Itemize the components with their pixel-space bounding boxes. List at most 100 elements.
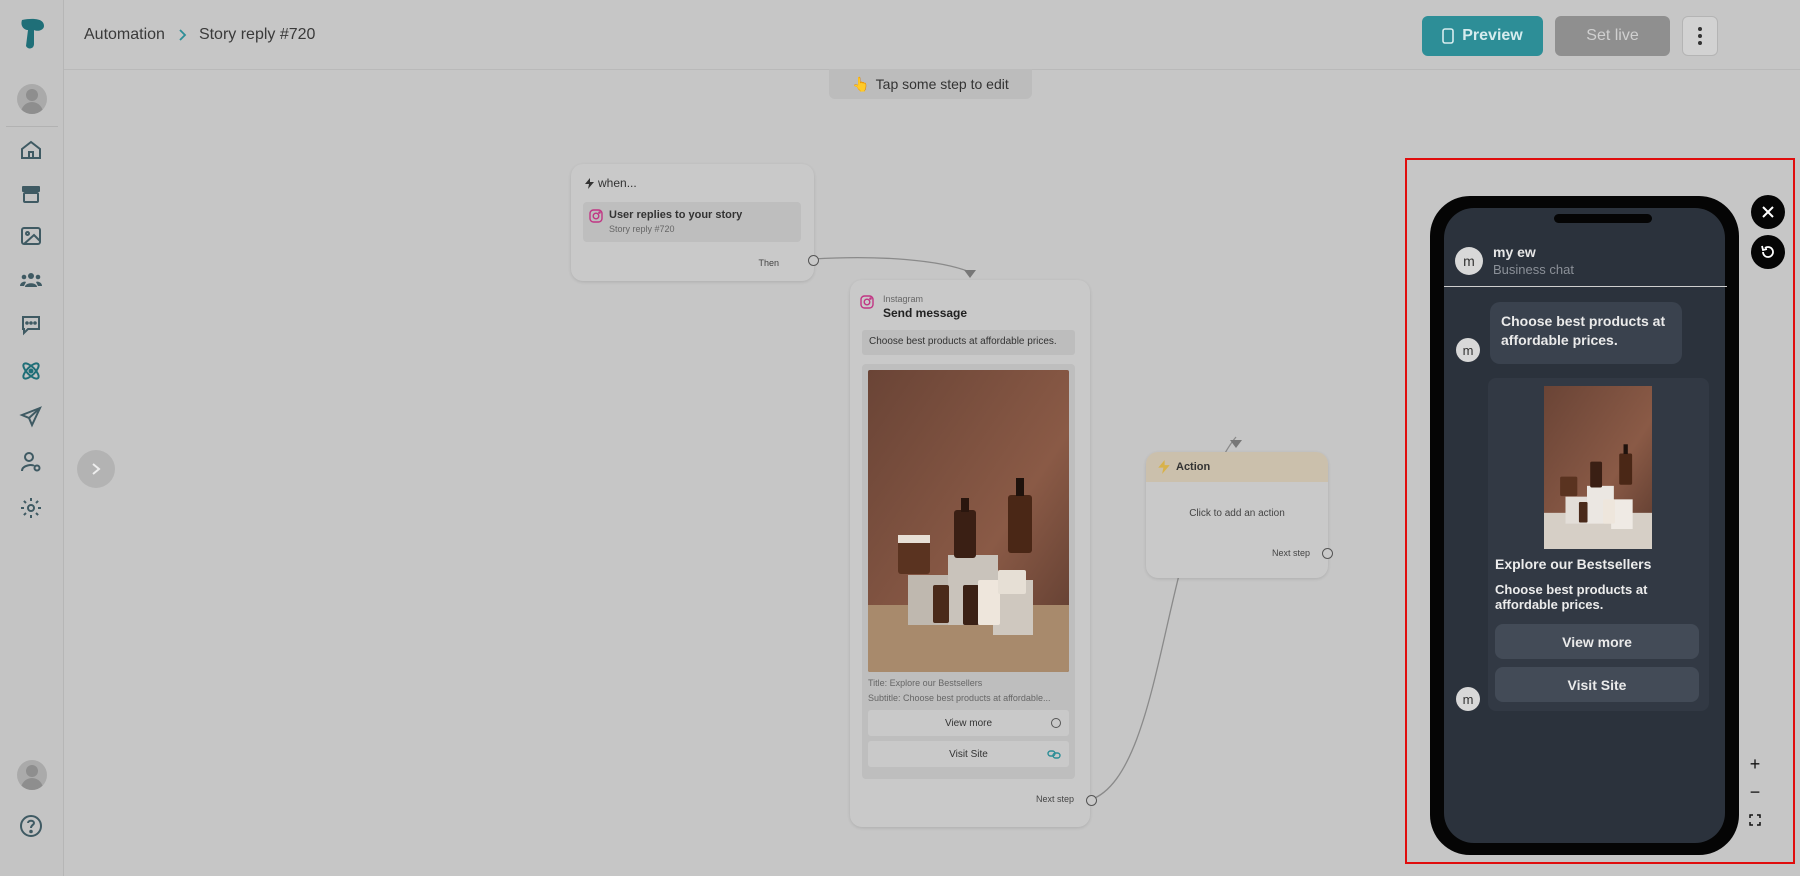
restart-preview-button[interactable] <box>1751 235 1785 269</box>
breadcrumb: Automation Story reply #720 <box>84 26 315 44</box>
account-avatar[interactable] <box>17 760 47 790</box>
chevron-right-icon <box>179 29 187 41</box>
card-subtitle: Subtitle: Choose best products at afford… <box>868 693 1051 703</box>
instagram-icon <box>589 209 603 223</box>
card-button-view-more[interactable]: View more <box>868 710 1069 736</box>
card-button-label: Visit Site <box>949 748 988 760</box>
pointer-icon: 👆 <box>852 75 870 92</box>
preview-button-label: Preview <box>1462 27 1523 44</box>
card-block[interactable]: Title: Explore our Bestsellers Subtitle:… <box>862 364 1075 779</box>
action-header: Action <box>1146 452 1328 482</box>
nav-help[interactable] <box>17 812 45 840</box>
breadcrumb-automation[interactable]: Automation <box>84 26 165 44</box>
carousel-button-visit-site[interactable]: Visit Site <box>1495 667 1699 702</box>
user-avatar[interactable] <box>17 84 47 114</box>
chat-subtitle: Business chat <box>1493 262 1574 277</box>
nav-automation[interactable] <box>17 357 45 385</box>
nav-settings[interactable] <box>17 494 45 522</box>
set-live-button[interactable]: Set live <box>1555 16 1670 56</box>
nav-team[interactable] <box>17 448 45 476</box>
store-icon <box>22 186 40 203</box>
nav-campaigns[interactable] <box>17 403 45 431</box>
users-icon <box>20 273 42 287</box>
zoom-in-button[interactable]: + <box>1744 753 1766 775</box>
nav-store[interactable] <box>17 180 45 208</box>
when-title: when... <box>585 176 637 190</box>
then-port[interactable] <box>808 255 819 266</box>
send-message-node[interactable]: Instagram Send message Choose best produ… <box>850 280 1097 827</box>
dot <box>1698 34 1702 38</box>
dot <box>1698 41 1702 45</box>
card-button-visit-site[interactable]: Visit Site <box>868 741 1069 767</box>
sidebar <box>0 0 64 876</box>
carousel-image <box>1544 386 1652 549</box>
when-title-text: when... <box>598 176 637 190</box>
image-icon <box>21 227 41 245</box>
nav-media[interactable] <box>17 222 45 250</box>
link-icon <box>1047 750 1061 759</box>
breadcrumb-current: Story reply #720 <box>198 26 316 43</box>
product-image <box>868 370 1069 672</box>
automation-icon <box>22 362 40 380</box>
next-step-port[interactable] <box>1086 795 1097 806</box>
card-button-label: View more <box>944 717 993 729</box>
preview-button[interactable]: Preview <box>1422 16 1543 56</box>
trigger-item[interactable]: User replies to your story Story reply #… <box>583 202 801 242</box>
edit-hint: 👆 Tap some step to edit <box>829 69 1032 99</box>
message-avatar: m <box>1456 338 1480 362</box>
carousel-button-view-more[interactable]: View more <box>1495 624 1699 659</box>
fullscreen-icon <box>1749 814 1761 826</box>
close-preview-button[interactable] <box>1751 195 1785 229</box>
chevron-right-icon <box>92 463 101 475</box>
edit-hint-text: Tap some step to edit <box>875 76 1009 92</box>
logo-icon[interactable] <box>14 16 48 52</box>
chat-icon <box>22 316 40 336</box>
send-text-block[interactable]: Choose best products at affordable price… <box>862 330 1075 355</box>
more-options-button[interactable] <box>1682 16 1718 56</box>
send-icon <box>19 406 42 428</box>
help-icon <box>20 815 42 837</box>
user-settings-icon <box>21 452 41 472</box>
close-icon <box>1762 206 1774 218</box>
phone-icon <box>1442 28 1455 44</box>
phone-notch <box>1554 214 1652 223</box>
refresh-icon <box>1761 245 1774 258</box>
carousel-avatar: m <box>1456 687 1480 711</box>
nav-chats[interactable] <box>17 311 45 339</box>
next-step-port[interactable] <box>1322 548 1333 559</box>
chat-divider <box>1444 286 1727 287</box>
expand-sidebar-button[interactable] <box>77 450 115 488</box>
zoom-out-button[interactable]: − <box>1744 781 1766 803</box>
trigger-node[interactable]: when... User replies to your story Story… <box>571 164 819 281</box>
message-bubble: Choose best products at affordable price… <box>1490 302 1682 364</box>
fit-view-button[interactable] <box>1744 809 1766 831</box>
home-icon <box>21 140 41 159</box>
send-title: Send message <box>883 306 968 320</box>
action-title: Action <box>1176 461 1211 473</box>
bolt-icon <box>1158 460 1170 474</box>
gear-icon <box>21 498 41 518</box>
button-port[interactable] <box>1051 718 1061 728</box>
nav-audience[interactable] <box>17 266 45 294</box>
chat-avatar: m <box>1455 247 1483 275</box>
sidebar-divider <box>6 126 58 127</box>
carousel-title: Explore our Bestsellers <box>1495 556 1652 572</box>
nav-home[interactable] <box>17 136 45 164</box>
next-step-label: Next step <box>1036 794 1075 804</box>
dot <box>1698 27 1702 31</box>
connector-arrow <box>1230 440 1242 448</box>
carousel-subtitle: Choose best products at affordable price… <box>1495 582 1648 612</box>
card-title: Title: Explore our Bestsellers <box>868 678 983 688</box>
add-action-prompt[interactable]: Click to add an action <box>1146 508 1328 519</box>
set-live-button-label: Set live <box>1586 27 1639 44</box>
action-node[interactable]: Action Click to add an action Next step <box>1146 452 1333 578</box>
trigger-title: User replies to your story <box>609 209 743 221</box>
next-step-label: Next step <box>1272 548 1311 558</box>
instagram-icon <box>860 295 874 309</box>
connector-then <box>812 256 971 273</box>
trigger-subtitle: Story reply #720 <box>609 224 675 234</box>
bolt-icon <box>585 177 594 189</box>
then-label: Then <box>758 258 779 268</box>
send-platform: Instagram <box>883 294 924 304</box>
connector-arrow <box>964 270 976 278</box>
